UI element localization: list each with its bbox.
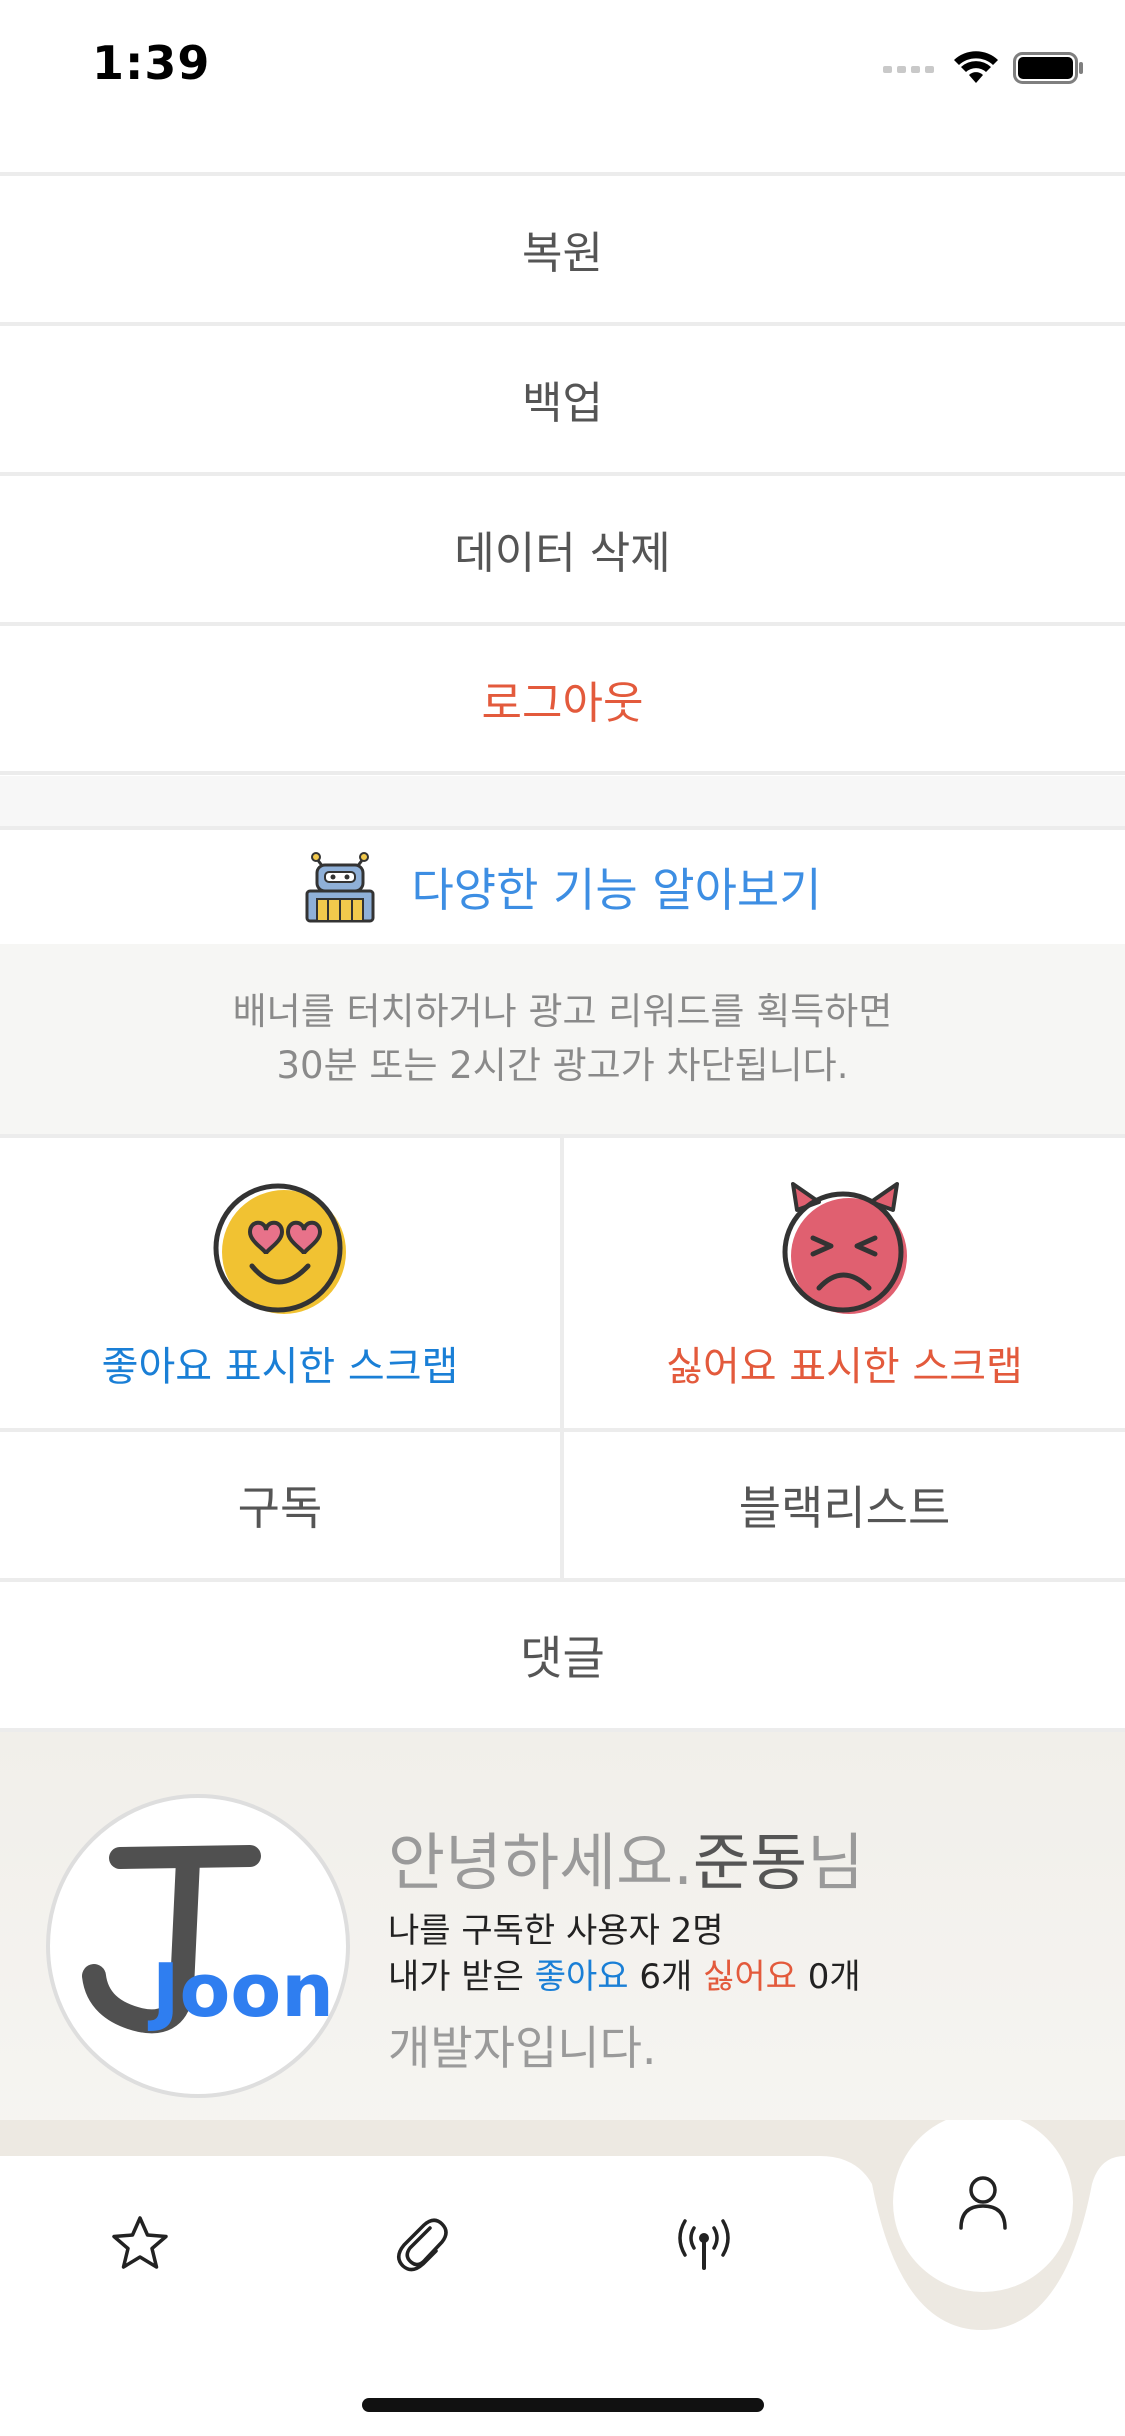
subscriber-count: 나를 구독한 사용자 2명 [388, 1911, 724, 1951]
broadcast-icon[interactable] [672, 2212, 736, 2276]
ad-notice-line-1: 배너를 터치하거나 광고 리워드를 획득하면 [232, 990, 893, 1033]
comments-button[interactable]: 댓글 [0, 1582, 1125, 1728]
avatar-text: Joon [147, 1948, 334, 2034]
likes-word: 좋아요 [534, 1957, 629, 1997]
avatar[interactable]: Joon [46, 1794, 350, 2098]
logout-label: 로그아웃 [481, 677, 644, 729]
user-name: 준동 [692, 1826, 808, 1899]
devil-emoji-icon [782, 1182, 907, 1314]
profile-stats: 나를 구독한 사용자 2명 내가 받은 좋아요 6개 싫어요 0개 [388, 1908, 861, 2000]
reaction-counts: 내가 받은 좋아요 6개 싫어요 0개 [388, 1954, 861, 2000]
dislikes-word: 싫어요 [703, 1957, 797, 1997]
restore-label: 복원 [522, 227, 603, 279]
logout-button[interactable]: 로그아웃 [0, 622, 1125, 771]
battery-icon [1013, 52, 1083, 84]
delete-data-button[interactable]: 데이터 삭제 [0, 472, 1125, 621]
blacklist-button[interactable]: 블랙리스트 [564, 1432, 1125, 1578]
likes-count: 6개 [628, 1957, 704, 1997]
home-indicator [362, 2398, 764, 2412]
liked-scraps-label: 좋아요 표시한 스크랩 [101, 1344, 459, 1390]
status-bar: 1:39 [0, 0, 1125, 140]
disliked-scraps-label: 싫어요 표시한 스크랩 [666, 1344, 1023, 1390]
greeting: 안녕하세요.준동님 [388, 1812, 864, 1902]
heart-eyes-emoji-icon [213, 1183, 346, 1314]
restore-button[interactable]: 복원 [0, 172, 1125, 321]
subscriptions-label: 구독 [237, 1481, 323, 1535]
tab-bar [0, 2120, 1125, 2436]
liked-scraps-button[interactable]: 좋아요 표시한 스크랩 [0, 1138, 560, 1428]
avatar-logo-icon: Joon [82, 1845, 334, 2034]
divider [0, 771, 1125, 775]
profile-bio: 개발자입니다. [388, 2021, 657, 2075]
subscriptions-button[interactable]: 구독 [0, 1432, 560, 1578]
disliked-scraps-button[interactable]: 싫어요 표시한 스크랩 [564, 1138, 1125, 1428]
person-icon[interactable] [951, 2170, 1015, 2234]
dislikes-count: 0개 [796, 1957, 861, 1997]
backup-label: 백업 [522, 377, 603, 429]
star-icon[interactable] [108, 2212, 172, 2276]
profile-section: Joon 안녕하세요.준동님 나를 구독한 사용자 2명 내가 받은 좋아요 6… [0, 1732, 1125, 2162]
status-icons [883, 48, 1085, 88]
paperclip-icon[interactable] [390, 2212, 454, 2276]
feature-guide-button[interactable]: 다양한 기능 알아보기 [0, 826, 1125, 948]
feature-guide-label: 다양한 기능 알아보기 [411, 863, 822, 917]
delete-data-label: 데이터 삭제 [454, 527, 671, 579]
ad-notice-line-2: 30분 또는 2시간 광고가 차단됩니다. [276, 1044, 849, 1087]
greeting-honorific: 님 [807, 1826, 865, 1899]
received-prefix: 내가 받은 [388, 1957, 535, 1997]
greeting-prefix: 안녕하세요. [388, 1826, 693, 1899]
wifi-icon [954, 51, 998, 83]
status-time: 1:39 [92, 36, 211, 90]
spacer [0, 776, 1125, 826]
ad-notice: 배너를 터치하거나 광고 리워드를 획득하면 30분 또는 2시간 광고가 차단… [0, 944, 1125, 1134]
backup-button[interactable]: 백업 [0, 322, 1125, 471]
signal-icon [883, 66, 934, 73]
comments-label: 댓글 [520, 1631, 605, 1685]
robot-icon [305, 852, 375, 923]
blacklist-label: 블랙리스트 [738, 1481, 951, 1535]
